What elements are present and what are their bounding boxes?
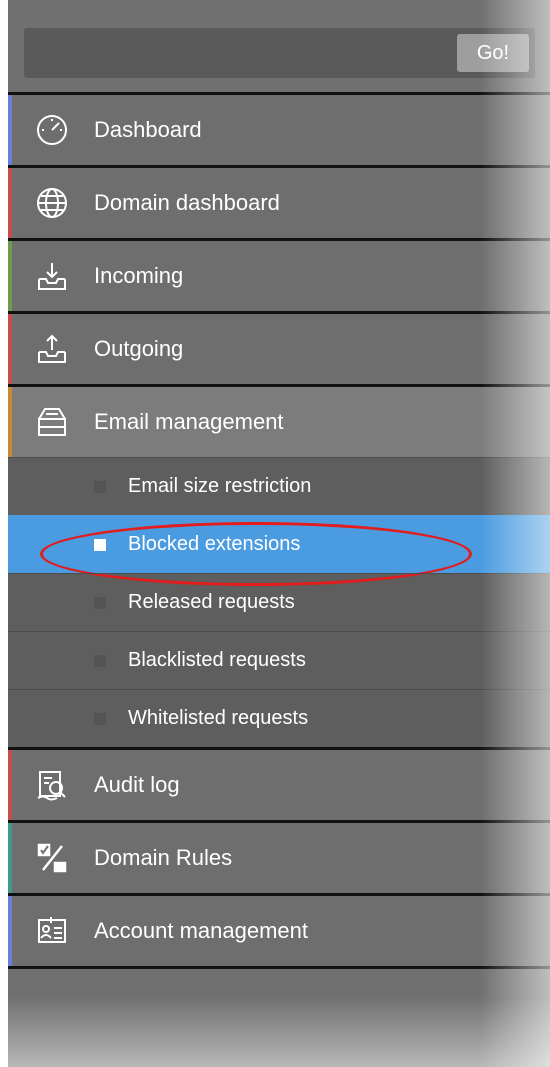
search-input[interactable]: Go!: [24, 28, 535, 78]
submenu-item-blacklisted-requests[interactable]: Blacklisted requests: [8, 631, 550, 689]
go-button[interactable]: Go!: [457, 34, 529, 72]
bullet-icon: [94, 596, 106, 609]
inbox-download-icon: [32, 256, 72, 296]
menu-item-email-management[interactable]: Email management: [8, 384, 550, 457]
domain-rules-icon: [32, 838, 72, 878]
email-management-submenu: Email size restriction Blocked extension…: [8, 457, 550, 747]
inbox-upload-icon: [32, 329, 72, 369]
sidebar: Go! Dashboard Domain dashboard Incoming …: [8, 0, 550, 1067]
submenu-item-label: Released requests: [128, 591, 295, 613]
submenu-item-label: Email size restriction: [128, 475, 312, 497]
audit-log-icon: [32, 765, 72, 805]
submenu-item-label: Blocked extensions: [128, 533, 301, 555]
bullet-icon: [94, 712, 106, 725]
menu-item-label: Domain Rules: [94, 845, 233, 870]
menu-item-label: Account management: [94, 918, 309, 943]
submenu-item-label: Whitelisted requests: [128, 707, 309, 729]
menu-item-outgoing[interactable]: Outgoing: [8, 311, 550, 384]
search-row: Go!: [8, 0, 550, 92]
menu-item-domain-rules[interactable]: Domain Rules: [8, 820, 550, 893]
menu-item-label: Audit log: [94, 772, 180, 797]
bullet-icon: [94, 480, 106, 493]
menu-item-domain-dashboard[interactable]: Domain dashboard: [8, 165, 550, 238]
globe-icon: [32, 183, 72, 223]
submenu-item-email-size-restriction[interactable]: Email size restriction: [8, 457, 550, 515]
menu-item-dashboard[interactable]: Dashboard: [8, 92, 550, 165]
account-card-icon: [32, 911, 72, 951]
menu-bottom-divider: [8, 966, 550, 969]
submenu-item-blocked-extensions[interactable]: Blocked extensions: [8, 515, 550, 586]
menu-item-label: Domain dashboard: [94, 190, 280, 215]
menu-item-account-management[interactable]: Account management: [8, 893, 550, 966]
submenu-item-released-requests[interactable]: Released requests: [8, 573, 550, 631]
menu-item-label: Dashboard: [94, 117, 202, 142]
email-tray-icon: [32, 402, 72, 442]
menu-item-audit-log[interactable]: Audit log: [8, 747, 550, 820]
submenu-item-label: Blacklisted requests: [128, 649, 306, 671]
bullet-icon: [94, 654, 106, 667]
dashboard-gauge-icon: [32, 110, 72, 150]
menu-item-label: Incoming: [94, 263, 184, 288]
bullet-icon: [94, 538, 106, 551]
submenu-item-whitelisted-requests[interactable]: Whitelisted requests: [8, 689, 550, 747]
menu-item-label: Email management: [94, 409, 284, 434]
menu-item-incoming[interactable]: Incoming: [8, 238, 550, 311]
menu-item-label: Outgoing: [94, 336, 184, 361]
